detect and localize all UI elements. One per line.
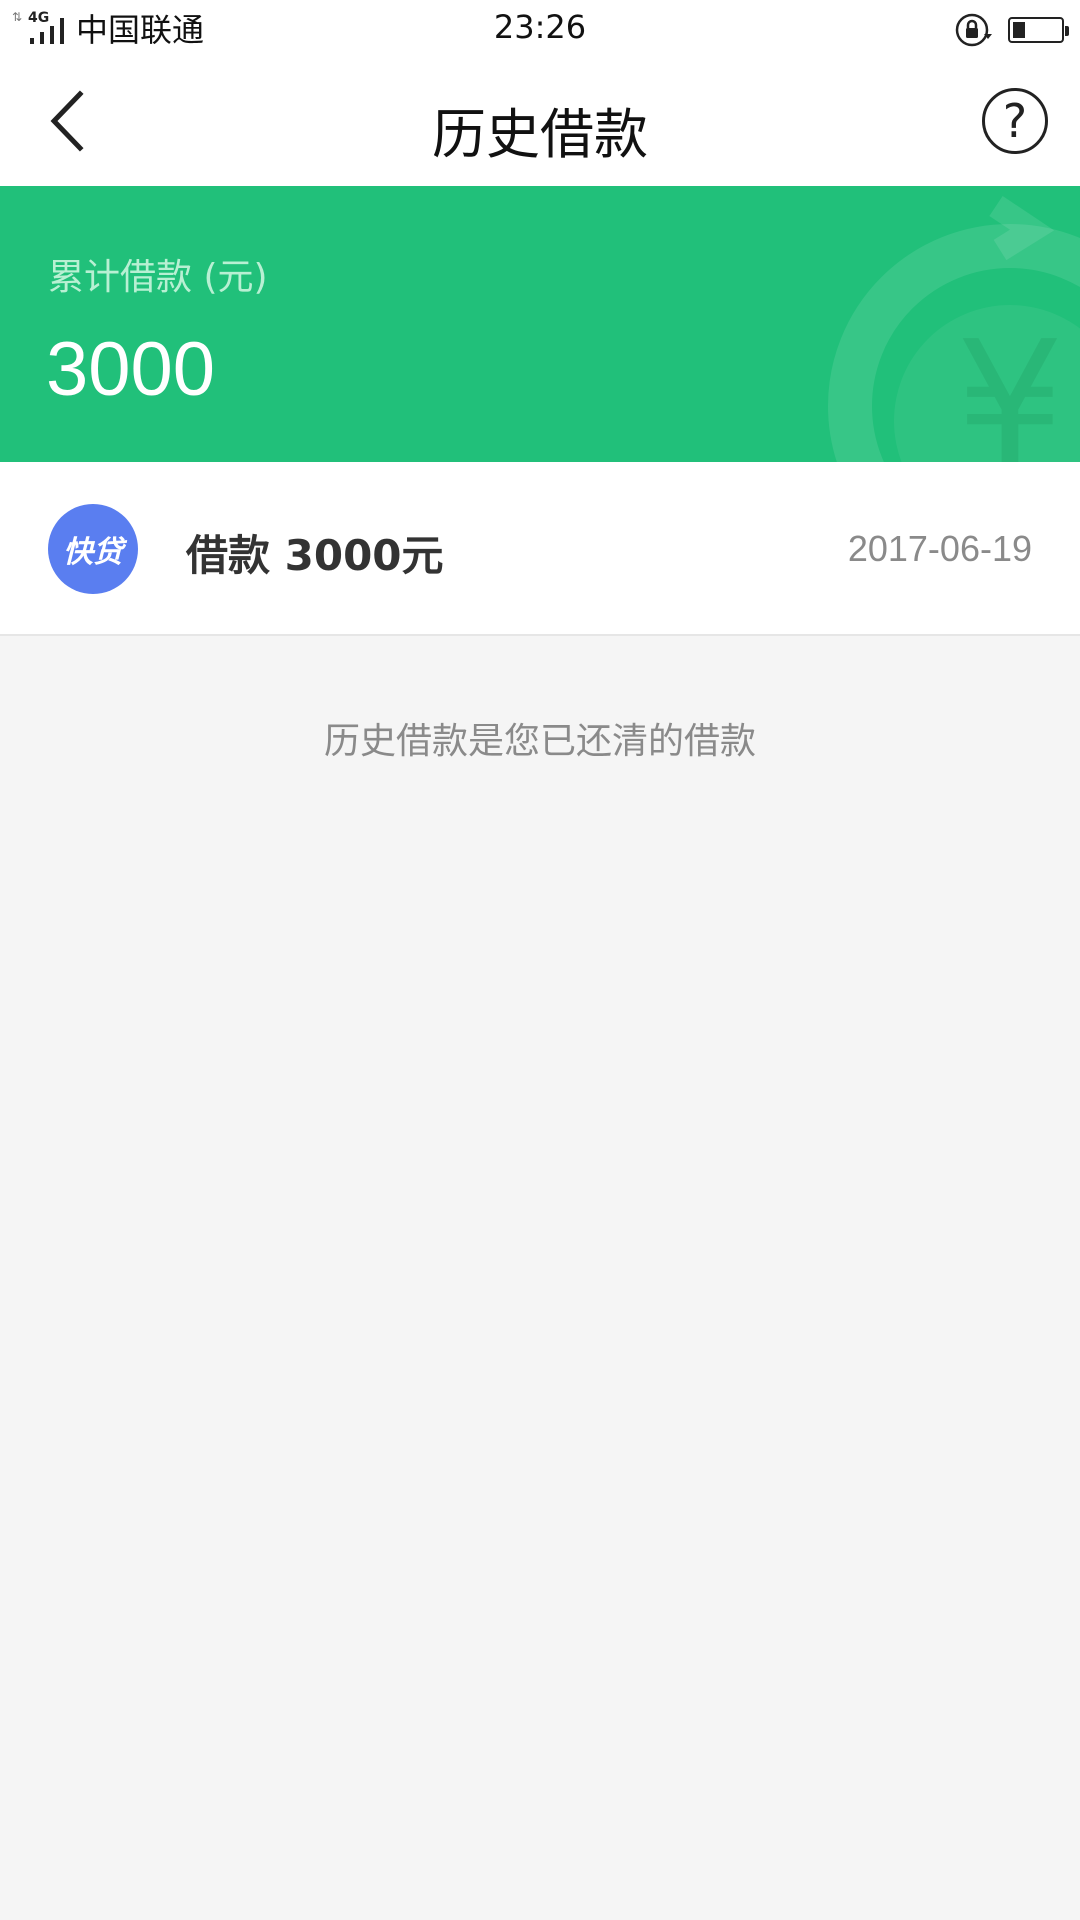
status-right <box>954 10 1069 50</box>
battery-icon <box>1008 17 1069 43</box>
total-loan-amount: 3000 <box>46 327 216 412</box>
loan-title: 借款 3000元 <box>186 531 444 580</box>
screen: ⇅ 4G 中国联通 23:26 历史借款 ? ¥ 累计借款 (元) 3000 快… <box>0 0 1080 1920</box>
yuan-symbol: ¥ <box>956 305 1064 462</box>
app-header: 历史借款 ? <box>0 56 1080 186</box>
logo-text: 快贷 <box>63 535 123 570</box>
loan-date: 2017-06-19 <box>847 528 1032 569</box>
question-circle-icon: ? <box>1002 94 1028 148</box>
help-button[interactable]: ? <box>982 88 1048 154</box>
history-hint: 历史借款是您已还清的借款 <box>323 721 756 762</box>
total-loan-card: ¥ 累计借款 (元) 3000 <box>0 186 1080 462</box>
total-loan-label: 累计借款 (元) <box>48 257 268 298</box>
page-title: 历史借款 <box>432 103 648 166</box>
rotation-lock-icon <box>955 13 992 47</box>
kuaidai-logo: 快贷 <box>48 504 138 594</box>
loan-list-item[interactable]: 快贷 借款 3000元 2017-06-19 <box>0 462 1080 636</box>
status-bar: ⇅ 4G 中国联通 23:26 <box>0 0 1080 56</box>
battery-level <box>1013 22 1025 38</box>
status-time: 23:26 <box>493 8 587 46</box>
yuan-cycle-icon: ¥ <box>828 196 1080 462</box>
